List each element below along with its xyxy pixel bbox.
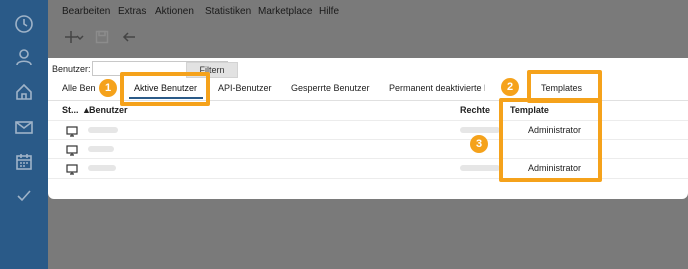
redacted-username [88,127,118,133]
checkmark-icon[interactable] [12,184,36,208]
column-benutzer[interactable]: Benutzer [89,105,128,115]
chevron-down-icon[interactable] [75,28,85,46]
tab-gesperrte-benutzer[interactable]: Gesperrte Benutzer [291,83,370,93]
redacted-username [88,165,116,171]
menu-hilfe[interactable]: Hilfe [319,6,339,17]
monitor-user-icon [66,162,78,175]
menu-extras[interactable]: Extras [118,6,146,17]
user-icon[interactable] [12,45,36,69]
tab-alle-benutzer[interactable]: Alle Benutzer [62,83,96,93]
callout-badge-2: 2 [501,78,519,96]
mail-icon[interactable] [12,115,36,139]
redacted-username [88,146,114,152]
monitor-user-icon [66,124,78,137]
monitor-user-icon [66,143,78,156]
menu-aktionen[interactable]: Aktionen [155,6,194,17]
tab-permanent-deaktivierte-benutzer[interactable]: Permanent deaktivierte Benutzer [389,83,485,93]
highlight-aktive-benutzer [120,72,210,106]
redacted-rights [460,165,500,171]
callout-badge-3: 3 [470,135,488,153]
menu-bar: Bearbeiten Extras Aktionen Statistiken M… [48,0,688,24]
tab-api-benutzer[interactable]: API-Benutzer [218,83,272,93]
sidebar [0,0,48,269]
clock-icon[interactable] [12,12,36,36]
column-rechte[interactable]: Rechte [460,105,490,115]
home-icon[interactable] [12,80,36,104]
menu-statistiken[interactable]: Statistiken [205,6,251,17]
filter-label: Benutzer: [52,64,91,74]
save-icon [93,28,111,46]
callout-badge-1: 1 [99,79,117,97]
redacted-rights [460,127,500,133]
back-arrow-icon[interactable] [120,28,138,46]
menu-marketplace[interactable]: Marketplace [258,6,312,17]
highlight-template-column [499,98,602,182]
calendar-icon[interactable] [12,150,36,174]
column-status[interactable]: St... [62,105,79,115]
menu-bearbeiten[interactable]: Bearbeiten [62,6,110,17]
